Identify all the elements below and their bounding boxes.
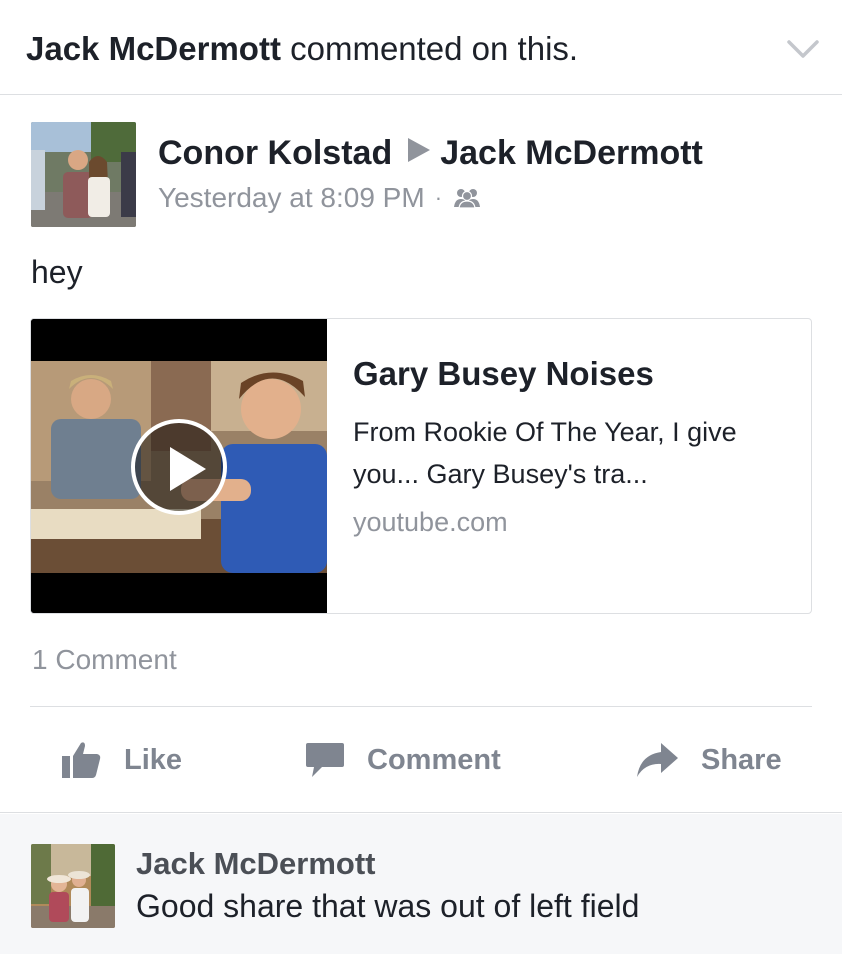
comment-item: Jack McDermott Good share that was out o… bbox=[0, 814, 842, 954]
share-button[interactable]: Share bbox=[635, 735, 782, 785]
friends-icon[interactable] bbox=[452, 187, 482, 209]
link-domain: youtube.com bbox=[353, 507, 508, 537]
link-description: From Rookie Of The Year, I give you... G… bbox=[353, 417, 737, 489]
post-text: hey bbox=[31, 254, 83, 290]
video-thumbnail[interactable] bbox=[31, 319, 327, 613]
post-timestamp[interactable]: Yesterday at 8:09 PM bbox=[158, 182, 425, 214]
post-header: Conor Kolstad Jack McDermott Yesterday at… bbox=[31, 122, 811, 232]
post-participants: Conor Kolstad Jack McDermott bbox=[158, 134, 703, 173]
story-header: Jack McDermott commented on this. bbox=[0, 0, 842, 95]
post-meta: Yesterday at 8:09 PM · bbox=[158, 182, 482, 214]
comment-label: Comment bbox=[367, 743, 501, 776]
arrow-right-icon bbox=[408, 138, 431, 162]
post-target-name[interactable]: Jack McDermott bbox=[440, 134, 703, 172]
commenter-name[interactable]: Jack McDermott bbox=[136, 846, 375, 882]
comment-button[interactable]: Comment bbox=[305, 735, 501, 785]
chevron-down-icon[interactable] bbox=[786, 38, 820, 60]
like-button[interactable]: Like bbox=[60, 735, 182, 785]
meta-separator: · bbox=[434, 185, 443, 210]
speech-bubble-icon bbox=[306, 743, 344, 777]
share-arrow-icon bbox=[637, 743, 678, 777]
share-label: Share bbox=[701, 743, 782, 776]
link-preview-card[interactable]: Gary Busey Noises From Rookie Of The Yea… bbox=[30, 318, 812, 614]
play-icon[interactable] bbox=[131, 419, 227, 515]
link-title[interactable]: Gary Busey Noises bbox=[353, 355, 654, 393]
comment-text: Good share that was out of left field bbox=[136, 888, 640, 924]
like-label: Like bbox=[124, 743, 183, 776]
action-bar: Like Comment Share bbox=[0, 707, 842, 813]
story-header-text: Jack McDermott commented on this. bbox=[26, 30, 578, 68]
thumbs-up-icon bbox=[62, 742, 101, 778]
comment-count[interactable]: 1 Comment bbox=[32, 644, 177, 676]
author-avatar[interactable] bbox=[31, 122, 136, 227]
story-action-text: commented on this. bbox=[280, 30, 579, 67]
story-actor-name[interactable]: Jack McDermott bbox=[26, 30, 281, 67]
post-author-name[interactable]: Conor Kolstad bbox=[158, 134, 392, 172]
commenter-avatar[interactable] bbox=[31, 844, 115, 928]
